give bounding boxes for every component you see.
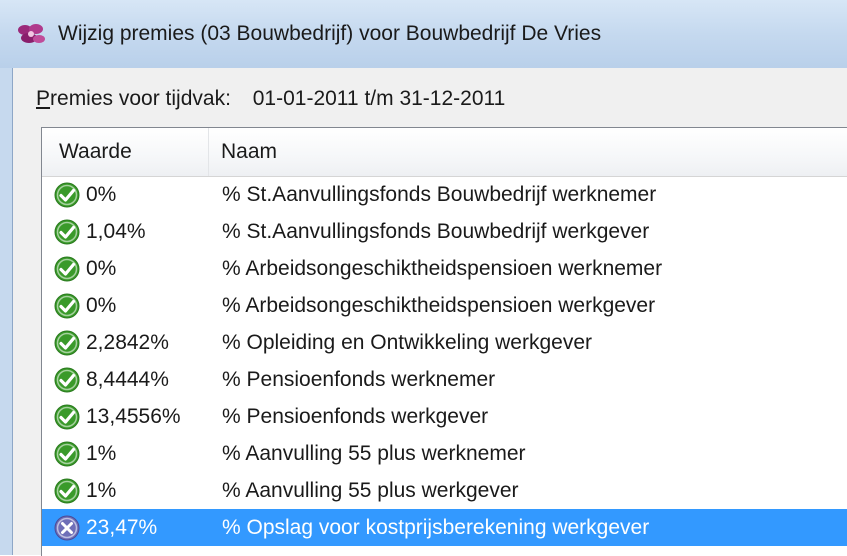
window-title: Wijzig premies (03 Bouwbedrijf) voor Bou… (58, 22, 602, 45)
cross-circle-icon (54, 515, 80, 541)
row-name: % St.Aanvullingsfonds Bouwbedrijf werkge… (222, 220, 650, 243)
check-circle-icon (54, 219, 80, 245)
premies-list[interactable]: Waarde Naam 0% % St.Aanvullingsfonds Bouw… (41, 127, 847, 556)
list-row[interactable]: 1% % Aanvulling 55 plus werknemer (42, 435, 847, 472)
row-value: 8,4444% (86, 368, 169, 391)
row-value: 1% (86, 479, 117, 502)
row-name: % Arbeidsongeschiktheidspensioen werknem… (222, 257, 663, 280)
list-row[interactable]: 0% % Arbeidsongeschiktheidspensioen werkg… (42, 287, 847, 324)
list-row[interactable]: 13,4556% % Pensioenfonds werkgever (42, 398, 847, 435)
row-name: % Pensioenfonds werkgever (222, 405, 489, 428)
list-row[interactable]: 23,47% % Opslag voor kostprijsberekening … (42, 509, 847, 546)
row-name: % Opleiding en Ontwikkeling werkgever (222, 331, 593, 354)
row-value: 2,2842% (86, 331, 169, 354)
row-value: 0% (86, 294, 117, 317)
list-row[interactable]: 0% % St.Aanvullingsfonds Bouwbedrijf werk… (42, 176, 847, 213)
period-value: 01-01-2011 t/m 31-12-2011 (252, 87, 506, 110)
check-circle-icon (54, 441, 80, 467)
row-name: % Pensioenfonds werknemer (222, 368, 496, 391)
list-row[interactable]: 1,04% % St.Aanvullingsfonds Bouwbedrijf w… (42, 213, 847, 250)
check-circle-icon (54, 367, 80, 393)
check-circle-icon (54, 293, 80, 319)
row-value: 23,47% (86, 516, 158, 539)
dialog-window: Wijzig premies (03 Bouwbedrijf) voor Bou… (0, 0, 847, 556)
check-circle-icon (54, 182, 80, 208)
row-value: 13,4556% (86, 405, 181, 428)
app-flower-icon (18, 24, 45, 43)
column-header-waarde[interactable]: Waarde (42, 128, 209, 176)
row-value: 1% (86, 442, 117, 465)
row-value: 1,04% (86, 220, 146, 243)
row-value: 0% (86, 183, 117, 206)
list-header: Waarde Naam (42, 128, 847, 177)
title-bar[interactable]: Wijzig premies (03 Bouwbedrijf) voor Bou… (0, 0, 847, 68)
period-label: Premies voor tijdvak: 01-01-2011 t/m 31-… (36, 87, 505, 111)
row-name: % Opslag voor kostprijsberekening werkge… (222, 516, 650, 539)
check-circle-icon (54, 330, 80, 356)
check-circle-icon (54, 256, 80, 282)
list-row[interactable]: 2,2842% % Opleiding en Ontwikkeling werkg… (42, 324, 847, 361)
row-value: 0% (86, 257, 117, 280)
period-label-text: remies voor tijdvak: (50, 87, 231, 110)
column-header-naam[interactable]: Naam (209, 128, 839, 176)
check-circle-icon (54, 404, 80, 430)
list-row[interactable]: 8,4444% % Pensioenfonds werknemer (42, 361, 847, 398)
list-row[interactable]: 0% % Arbeidsongeschiktheidspensioen werkn… (42, 250, 847, 287)
row-name: % Arbeidsongeschiktheidspensioen werkgev… (222, 294, 656, 317)
row-name: % Aanvulling 55 plus werknemer (222, 442, 526, 465)
row-name: % St.Aanvullingsfonds Bouwbedrijf werkne… (222, 183, 657, 206)
row-name: % Aanvulling 55 plus werkgever (222, 479, 519, 502)
list-row[interactable]: 1% % Aanvulling 55 plus werkgever (42, 472, 847, 509)
period-label-accel: P (36, 87, 51, 110)
check-circle-icon (54, 478, 80, 504)
